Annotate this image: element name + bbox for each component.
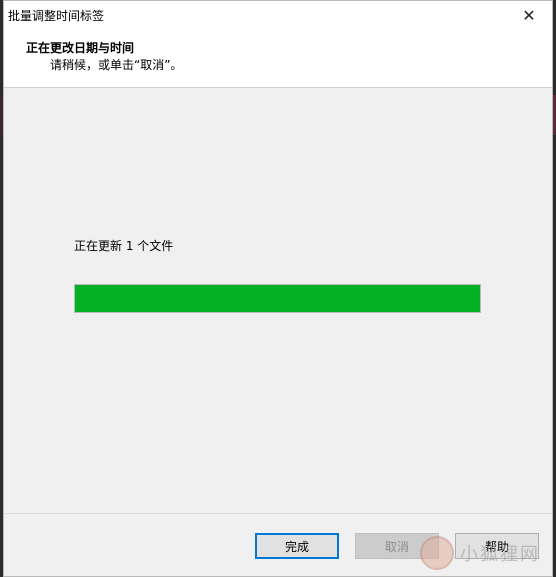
progress-bar-fill: [75, 285, 480, 312]
close-button[interactable]: ✕: [506, 1, 552, 30]
dialog-window: 批量调整时间标签 ✕ 正在更改日期与时间 请稍候，或单击“取消”。 正在更新 1…: [3, 0, 553, 577]
wizard-header: 正在更改日期与时间 请稍候，或单击“取消”。: [4, 30, 552, 88]
window-title: 批量调整时间标签: [8, 9, 105, 23]
close-icon: ✕: [522, 6, 536, 25]
status-text: 正在更新 1 个文件: [74, 239, 174, 253]
finish-button[interactable]: 完成: [255, 533, 339, 559]
watermark-text: 小狐狸网: [460, 543, 540, 565]
title-bar: 批量调整时间标签 ✕: [4, 1, 552, 30]
watermark: 小狐狸网: [420, 528, 556, 577]
footer-divider: [4, 513, 552, 514]
fox-logo-icon: [420, 535, 454, 570]
header-subtitle: 请稍候，或单击“取消”。: [50, 58, 183, 72]
progress-bar: [74, 284, 481, 313]
header-title: 正在更改日期与时间: [26, 41, 135, 55]
